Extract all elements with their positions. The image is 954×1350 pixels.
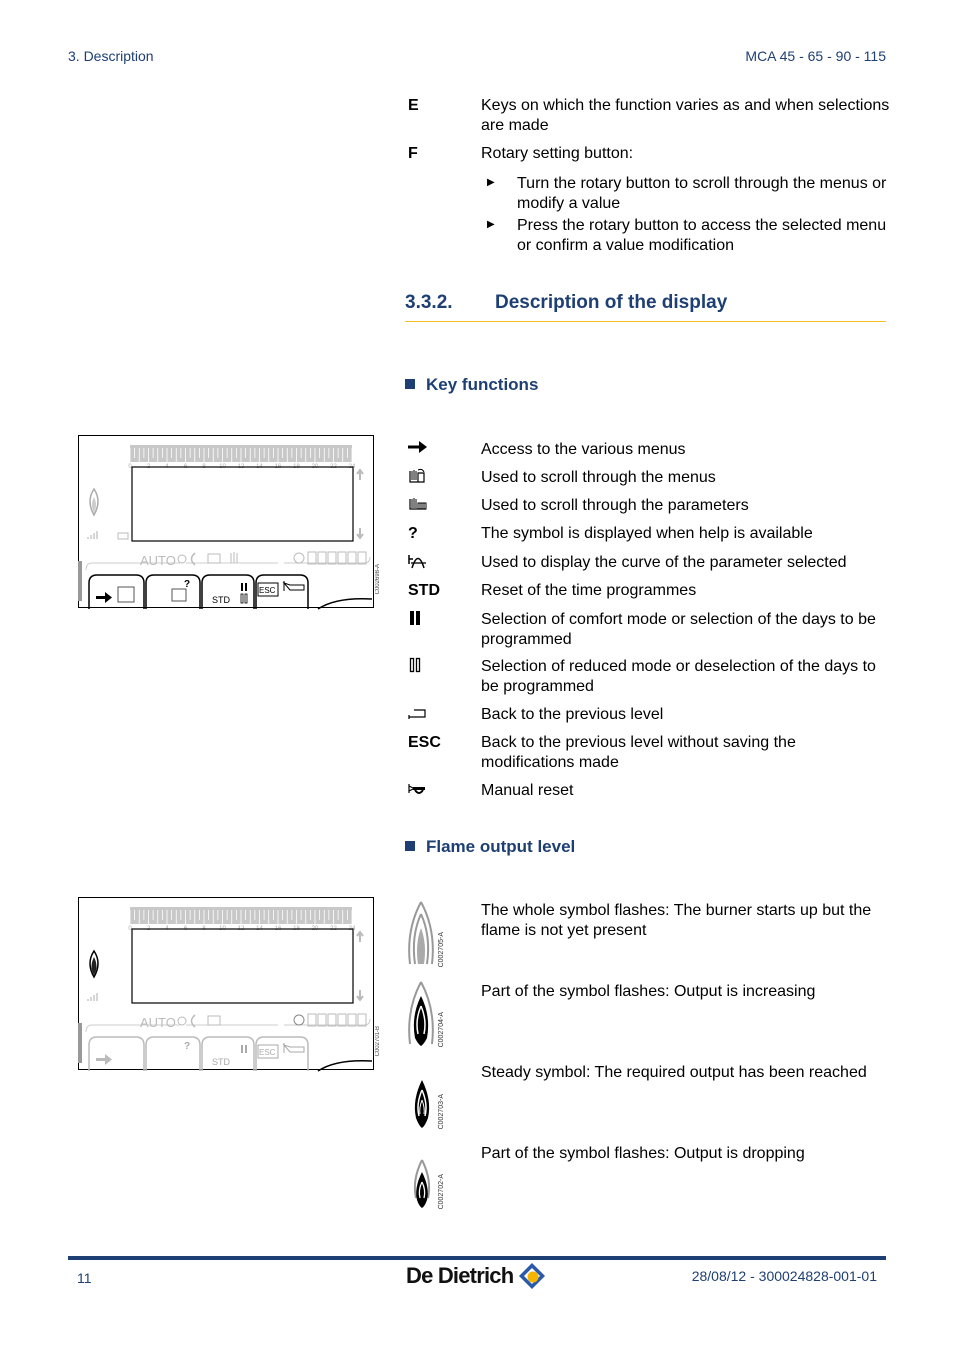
brand-diamond-icon	[518, 1263, 545, 1289]
square-bullet-icon	[405, 841, 415, 851]
svg-text:STD: STD	[212, 595, 231, 605]
key-function-text: Selection of comfort mode or selection o…	[481, 611, 876, 648]
flame-steady-icon	[408, 1078, 436, 1130]
scroll-menus-icon	[408, 468, 468, 490]
item-key: E	[408, 97, 419, 114]
flame-description: The whole symbol flashes: The burner sta…	[481, 902, 872, 939]
figure-caption: C002701-B	[375, 1026, 381, 1057]
back-icon	[408, 705, 468, 727]
manual-reset-icon	[408, 781, 468, 803]
key-function-text: Used to scroll through the parameters	[481, 497, 749, 514]
display-panel-flame: 0 2 4 6 8 10 12 14 16 18 20 22 24 AUTO ? STD ESC C0	[78, 897, 381, 1072]
key-functions-title: Key functions	[426, 375, 539, 394]
key-function-text: Manual reset	[481, 782, 574, 799]
help-icon: ?	[408, 525, 418, 542]
flame-description: Part of the symbol flashes: Output is in…	[481, 983, 816, 1000]
svg-text:ESC: ESC	[259, 586, 276, 595]
key-function-text: Back to the previous level	[481, 706, 664, 723]
flame-starting-icon	[406, 900, 436, 966]
key-functions-heading: Key functions	[405, 375, 538, 395]
item-text: Keys on which the function varies as and…	[481, 97, 890, 134]
flame-caption: C002704-A	[438, 1012, 445, 1048]
svg-text:ESC: ESC	[259, 1048, 276, 1057]
key-function-text: Used to scroll through the menus	[481, 469, 716, 486]
bullet-text: Press the rotary button to access the se…	[517, 217, 887, 254]
section-title: Description of the display	[495, 292, 728, 313]
flame-dropping-icon	[408, 1158, 436, 1210]
item-e: E Keys on which the function varies as a…	[408, 96, 890, 136]
auto-mode-label: AUTO	[140, 1015, 176, 1030]
running-header-model: MCA 45 - 65 - 90 - 115	[745, 48, 886, 64]
bullet-triangle-icon: ▶	[487, 177, 495, 188]
brand-logo: De Dietrich	[406, 1262, 546, 1292]
key-function-text: Used to display the curve of the paramet…	[481, 554, 847, 571]
auto-mode-label: AUTO	[140, 553, 176, 568]
item-text: Rotary setting button:	[481, 145, 634, 162]
item-key: F	[408, 145, 418, 162]
flame-description: Steady symbol: The required output has b…	[481, 1064, 867, 1081]
comfort-mode-icon	[408, 610, 468, 632]
footer-rule	[68, 1256, 886, 1260]
svg-text:?: ?	[184, 579, 190, 590]
arrow-right-icon	[408, 440, 468, 460]
section-number: 3.3.2.	[405, 292, 453, 313]
flame-output-title: Flame output level	[426, 837, 576, 856]
page-number: 11	[77, 1270, 92, 1286]
key-function-text: Access to the various menus	[481, 441, 686, 458]
esc-label: ESC	[408, 734, 441, 751]
square-bullet-icon	[405, 379, 415, 389]
key-function-text: Selection of reduced mode or deselection…	[481, 658, 876, 695]
flame-increasing-icon	[406, 980, 436, 1046]
document-reference: 28/08/12 - 300024828-001-01	[691, 1268, 877, 1284]
bullet-text: Turn the rotary button to scroll through…	[517, 175, 887, 212]
key-function-text: Back to the previous level without savin…	[481, 734, 796, 771]
display-panel-key-functions: 0 2 4 6 8 10 12 14 16 18 20 22 24 AUTO ? STD ESC	[78, 435, 381, 610]
display-illustration: 0 2 4 6 8 10 12 14 16 18 20 22 24 AUTO ? STD ESC	[78, 445, 373, 610]
flame-caption: C002702-A	[438, 1174, 445, 1210]
svg-text:STD: STD	[212, 1057, 231, 1067]
bullet-triangle-icon: ▶	[487, 219, 495, 230]
std-label: STD	[408, 582, 440, 599]
flame-output-heading: Flame output level	[405, 837, 575, 857]
flame-caption: C002705-A	[438, 932, 445, 968]
heading-rule	[405, 321, 886, 322]
item-f: F Rotary setting button:	[408, 144, 888, 164]
scroll-parameters-icon	[408, 496, 468, 518]
key-function-text: The symbol is displayed when help is ava…	[481, 525, 813, 542]
reduced-mode-icon	[408, 657, 468, 679]
display-illustration: 0 2 4 6 8 10 12 14 16 18 20 22 24 AUTO ? STD ESC	[78, 907, 373, 1072]
running-header-section: 3. Description	[68, 48, 154, 64]
key-function-text: Reset of the time programmes	[481, 582, 697, 599]
flame-description: Part of the symbol flashes: Output is dr…	[481, 1145, 805, 1162]
figure-caption: C002698-A	[375, 564, 381, 595]
svg-text:?: ?	[184, 1041, 190, 1052]
flame-caption: C002703-A	[438, 1094, 445, 1130]
curve-icon	[408, 553, 468, 575]
brand-name: De Dietrich	[406, 1263, 514, 1288]
